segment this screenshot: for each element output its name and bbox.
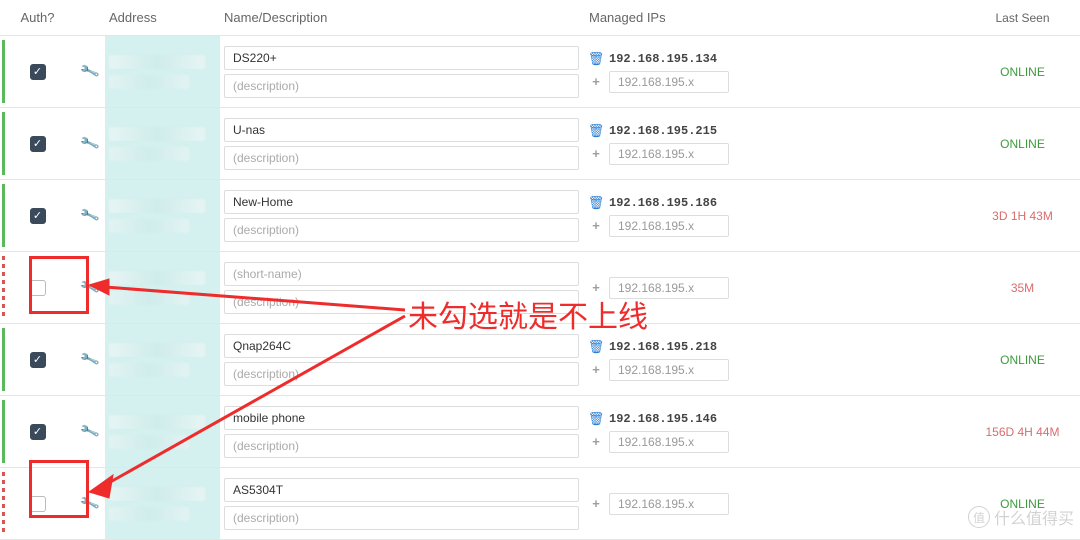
table-row: 🔧 AS5304T (description) +192.168.195.x ONLIN… xyxy=(0,468,1080,540)
header-address: Address xyxy=(105,4,220,31)
auth-checkbox[interactable]: ✓ xyxy=(30,64,46,80)
auth-checkbox[interactable]: ✓ xyxy=(30,352,46,368)
ip-input[interactable]: 192.168.195.x xyxy=(609,359,729,381)
managed-ip: 192.168.195.134 xyxy=(609,52,717,66)
table-row: 🔧 (short-name) (description) +192.168.195.x… xyxy=(0,252,1080,324)
wrench-icon[interactable]: 🔧 xyxy=(79,277,101,299)
table-header: Auth? Address Name/Description Managed I… xyxy=(0,0,1080,36)
auth-checkbox[interactable]: ✓ xyxy=(30,424,46,440)
name-input[interactable]: DS220+ xyxy=(224,46,579,70)
wrench-icon[interactable]: 🔧 xyxy=(79,349,101,371)
header-ips: Managed IPs xyxy=(585,4,965,31)
trash-icon[interactable]: 🗑 xyxy=(589,411,603,427)
managed-ip: 192.168.195.218 xyxy=(609,340,717,354)
ip-input[interactable]: 192.168.195.x xyxy=(609,215,729,237)
address-cell xyxy=(105,468,220,539)
wrench-icon[interactable]: 🔧 xyxy=(79,133,101,155)
description-input[interactable]: (description) xyxy=(224,290,579,314)
last-seen: ONLINE xyxy=(1000,65,1045,79)
plus-icon[interactable]: + xyxy=(589,146,603,161)
plus-icon[interactable]: + xyxy=(589,280,603,295)
managed-ip: 192.168.195.186 xyxy=(609,196,717,210)
ip-input[interactable]: 192.168.195.x xyxy=(609,277,729,299)
address-cell xyxy=(105,36,220,107)
managed-ip: 192.168.195.215 xyxy=(609,124,717,138)
wrench-icon[interactable]: 🔧 xyxy=(79,421,101,443)
plus-icon[interactable]: + xyxy=(589,362,603,377)
address-cell xyxy=(105,180,220,251)
plus-icon[interactable]: + xyxy=(589,218,603,233)
last-seen: 35M xyxy=(1011,281,1034,295)
trash-icon[interactable]: 🗑 xyxy=(589,123,603,139)
table-row: ✓ 🔧 Qnap264C (description) 🗑 192.168.195.218 +… xyxy=(0,324,1080,396)
table-row: ✓ 🔧 mobile phone (description) 🗑 192.168.195.… xyxy=(0,396,1080,468)
address-cell xyxy=(105,252,220,323)
plus-icon[interactable]: + xyxy=(589,74,603,89)
device-table: Auth? Address Name/Description Managed I… xyxy=(0,0,1080,540)
wrench-icon[interactable]: 🔧 xyxy=(79,493,101,515)
address-cell xyxy=(105,396,220,467)
wrench-icon[interactable]: 🔧 xyxy=(79,61,101,83)
name-input[interactable]: AS5304T xyxy=(224,478,579,502)
last-seen: 3D 1H 43M xyxy=(992,209,1053,223)
table-row: ✓ 🔧 New-Home (description) 🗑 192.168.195.186 +… xyxy=(0,180,1080,252)
table-row: ✓ 🔧 U-nas (description) 🗑 192.168.195.215 +192… xyxy=(0,108,1080,180)
header-auth: Auth? xyxy=(0,10,75,25)
trash-icon[interactable]: 🗑 xyxy=(589,51,603,67)
last-seen: ONLINE xyxy=(1000,137,1045,151)
name-input[interactable]: U-nas xyxy=(224,118,579,142)
header-name: Name/Description xyxy=(220,4,585,31)
ip-input[interactable]: 192.168.195.x xyxy=(609,71,729,93)
description-input[interactable]: (description) xyxy=(224,74,579,98)
description-input[interactable]: (description) xyxy=(224,218,579,242)
trash-icon[interactable]: 🗑 xyxy=(589,195,603,211)
description-input[interactable]: (description) xyxy=(224,362,579,386)
description-input[interactable]: (description) xyxy=(224,434,579,458)
last-seen: 156D 4H 44M xyxy=(985,425,1059,439)
address-cell xyxy=(105,324,220,395)
description-input[interactable]: (description) xyxy=(224,506,579,530)
name-input[interactable]: (short-name) xyxy=(224,262,579,286)
name-input[interactable]: New-Home xyxy=(224,190,579,214)
wrench-icon[interactable]: 🔧 xyxy=(79,205,101,227)
auth-checkbox[interactable] xyxy=(30,496,46,512)
table-row: ✓ 🔧 DS220+ (description) 🗑 192.168.195.134 +19… xyxy=(0,36,1080,108)
ip-input[interactable]: 192.168.195.x xyxy=(609,143,729,165)
name-input[interactable]: mobile phone xyxy=(224,406,579,430)
plus-icon[interactable]: + xyxy=(589,496,603,511)
address-cell xyxy=(105,108,220,179)
last-seen: ONLINE xyxy=(1000,497,1045,511)
description-input[interactable]: (description) xyxy=(224,146,579,170)
trash-icon[interactable]: 🗑 xyxy=(589,339,603,355)
ip-input[interactable]: 192.168.195.x xyxy=(609,431,729,453)
name-input[interactable]: Qnap264C xyxy=(224,334,579,358)
managed-ip: 192.168.195.146 xyxy=(609,412,717,426)
ip-input[interactable]: 192.168.195.x xyxy=(609,493,729,515)
last-seen: ONLINE xyxy=(1000,353,1045,367)
auth-checkbox[interactable]: ✓ xyxy=(30,208,46,224)
header-last: Last Seen xyxy=(965,11,1080,25)
auth-checkbox[interactable]: ✓ xyxy=(30,136,46,152)
auth-checkbox[interactable] xyxy=(30,280,46,296)
plus-icon[interactable]: + xyxy=(589,434,603,449)
